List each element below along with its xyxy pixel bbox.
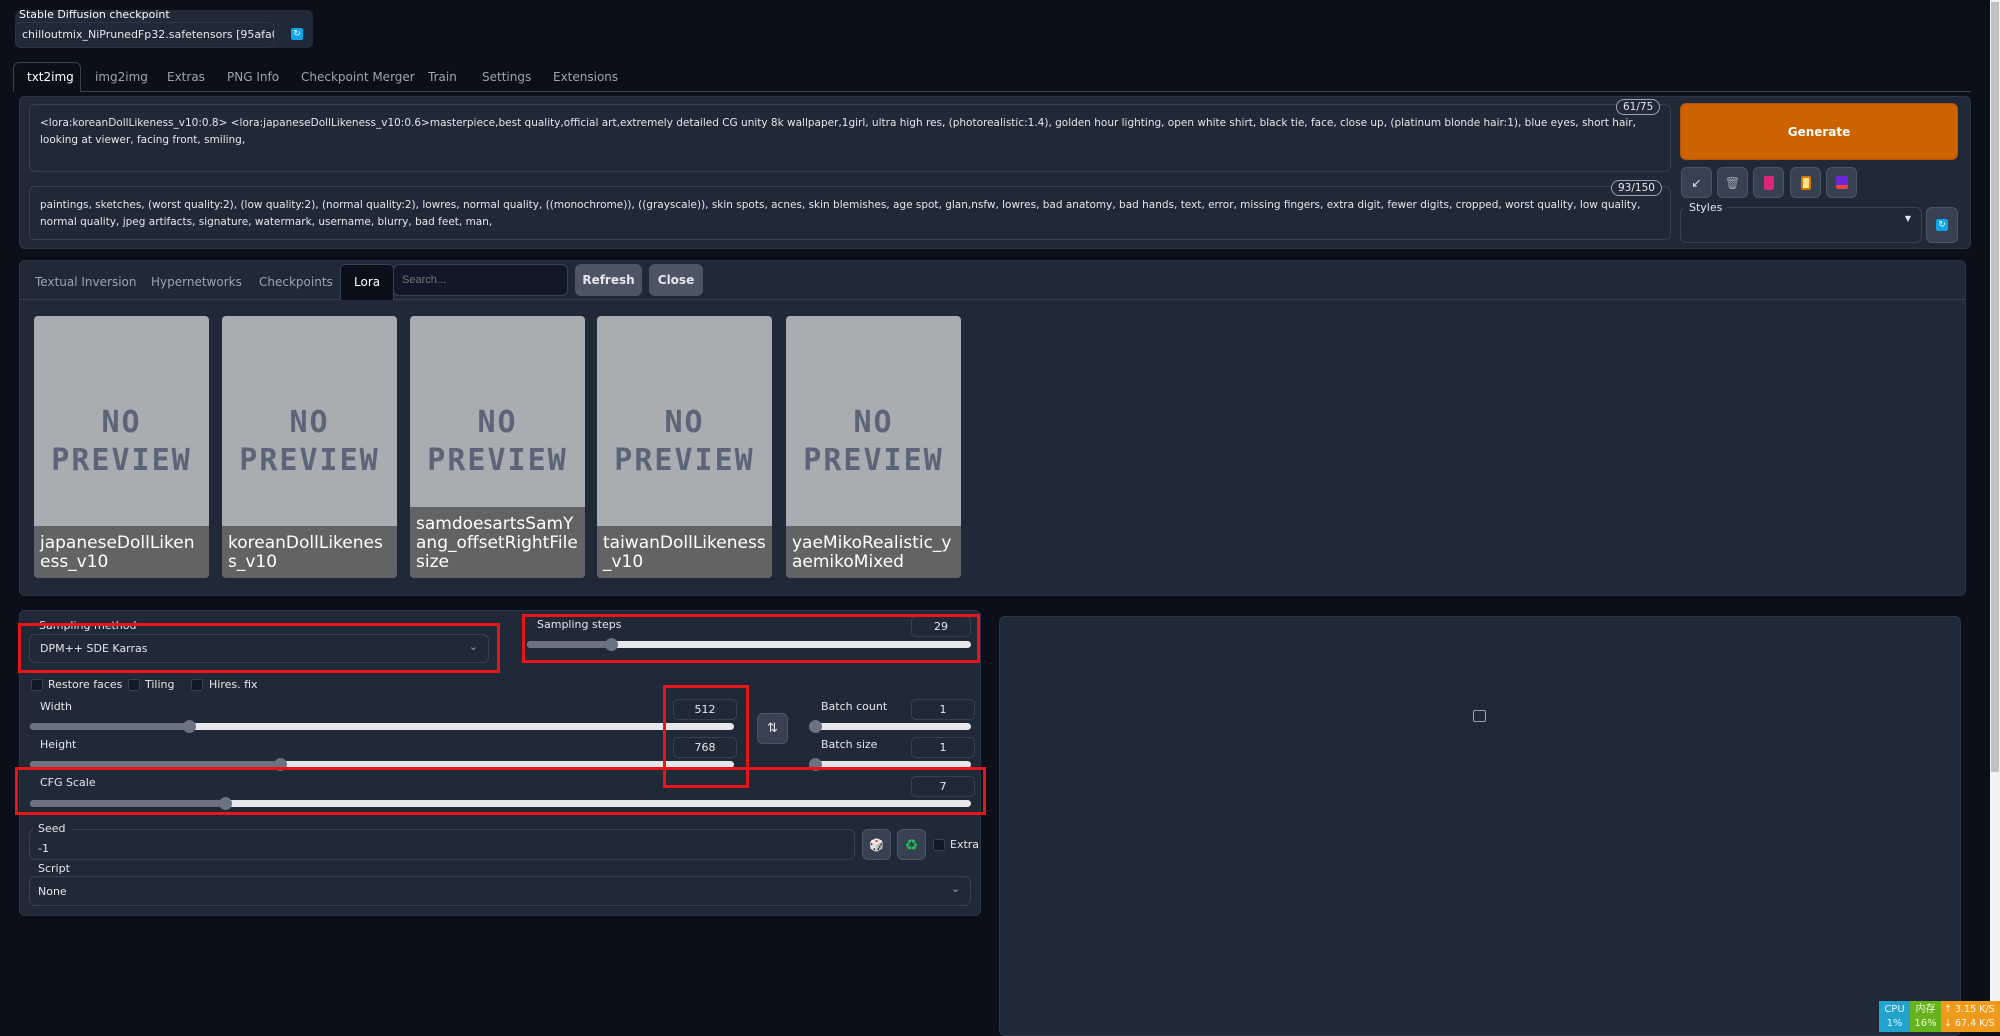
memory-label: 内存 xyxy=(1915,1004,1936,1015)
extra-seed-checkbox[interactable] xyxy=(933,839,945,851)
image-placeholder-icon xyxy=(1473,710,1486,722)
batch-size-input[interactable]: 1 xyxy=(911,737,975,758)
no-preview-image: NO PREVIEW xyxy=(803,405,944,478)
tab-png-info[interactable]: PNG Info xyxy=(214,64,292,91)
tab-txt2img[interactable]: txt2img xyxy=(14,64,87,91)
tiling-label: Tiling xyxy=(145,678,175,691)
dropdown-arrow-icon: ▼ xyxy=(1904,214,1911,223)
refresh-styles-button[interactable]: ↻ xyxy=(1926,207,1958,243)
script-select[interactable]: None ⌄ xyxy=(29,876,971,906)
lora-card[interactable]: NO PREVIEW samdoesartsSamYang_offsetRightF… xyxy=(410,316,585,578)
save-icon[interactable] xyxy=(1826,167,1857,198)
batch-count-label: Batch count xyxy=(816,699,893,714)
tiling-checkbox[interactable] xyxy=(128,679,140,691)
lora-card-name: japaneseDollLikeness_v10 xyxy=(34,526,209,578)
refresh-button[interactable]: Refresh xyxy=(575,264,642,296)
extra-tabs-divider xyxy=(20,299,1965,300)
pink-card-icon[interactable] xyxy=(1753,167,1784,198)
checkpoint-select[interactable]: chilloutmix_NiPrunedFp32.safetensors [95… xyxy=(15,22,275,48)
lora-card[interactable]: NO PREVIEW taiwanDollLikeness_v10 xyxy=(597,316,772,578)
extra-seed-label: Extra xyxy=(950,838,980,851)
no-preview-image: NO PREVIEW xyxy=(51,405,192,478)
lora-card-name: taiwanDollLikeness_v10 xyxy=(597,526,772,578)
tab-checkpoint-merger[interactable]: Checkpoint Merger xyxy=(288,64,428,91)
seed-label: Seed xyxy=(33,821,71,836)
hires-fix-label: Hires. fix xyxy=(209,678,258,691)
tab-extras[interactable]: Extras xyxy=(154,64,218,91)
width-slider[interactable] xyxy=(30,720,734,733)
cpu-status: CPU 1% xyxy=(1879,1001,1910,1032)
checkpoint-label: Stable Diffusion checkpoint xyxy=(19,8,170,21)
lora-card[interactable]: NO PREVIEW yaeMikoRealistic_yaemikoMixed xyxy=(786,316,961,578)
seed-input[interactable]: -1 xyxy=(29,829,855,860)
upload-arrow-icon: ↑ xyxy=(1944,1004,1955,1015)
tab-textual-inversion[interactable]: Textual Inversion xyxy=(22,266,149,298)
network-status: ↑ 3.15 K/S ↓ 67.4 K/S xyxy=(1941,1001,2000,1032)
close-button[interactable]: Close xyxy=(649,264,703,296)
tab-settings[interactable]: Settings xyxy=(469,64,544,91)
tab-checkpoints[interactable]: Checkpoints xyxy=(246,266,346,298)
tab-train[interactable]: Train xyxy=(415,64,470,91)
highlight-sampling-steps xyxy=(522,614,980,663)
seed-value: -1 xyxy=(38,842,49,855)
tab-img2img[interactable]: img2img xyxy=(82,64,161,91)
script-value: None xyxy=(38,885,67,898)
refresh-checkpoint-icon[interactable]: ↻ xyxy=(291,28,303,40)
slider-fill xyxy=(30,723,190,730)
trash-icon[interactable]: 🗑 xyxy=(1717,167,1748,198)
search-input[interactable] xyxy=(393,264,568,296)
scrollbar[interactable] xyxy=(1990,0,2000,1032)
highlight-cfg-scale xyxy=(15,767,986,815)
no-preview-image: NO PREVIEW xyxy=(427,405,568,478)
lora-card-name: koreanDollLikeness_v10 xyxy=(222,526,397,578)
lora-card[interactable]: NO PREVIEW japaneseDollLikeness_v10 xyxy=(34,316,209,578)
checkpoint-block: Stable Diffusion checkpoint chilloutmix_… xyxy=(15,8,313,48)
script-label: Script xyxy=(33,861,75,876)
batch-count-slider[interactable] xyxy=(809,720,971,733)
no-preview-image: NO PREVIEW xyxy=(614,405,755,478)
reuse-seed-recycle-icon[interactable]: ♻ xyxy=(897,829,926,860)
negative-prompt-input[interactable]: paintings, sketches, (worst quality:2), … xyxy=(29,186,1671,240)
tab-lora[interactable]: Lora xyxy=(340,264,395,300)
swap-dimensions-icon[interactable]: ⇅ xyxy=(757,713,788,744)
checkpoint-value: chilloutmix_NiPrunedFp32.safetensors [95… xyxy=(22,28,275,41)
hires-fix-checkbox[interactable] xyxy=(191,679,203,691)
download-speed: 67.4 K/S xyxy=(1954,1018,1995,1029)
memory-status: 内存 16% xyxy=(1910,1001,1941,1032)
slider-thumb[interactable] xyxy=(809,720,822,733)
lora-card-name: samdoesartsSamYang_offsetRightFilesize xyxy=(410,507,585,578)
width-label: Width xyxy=(35,699,77,714)
output-gallery-panel xyxy=(999,616,1961,1036)
lora-card[interactable]: NO PREVIEW koreanDollLikeness_v10 xyxy=(222,316,397,578)
restore-faces-label: Restore faces xyxy=(48,678,123,691)
prompt-token-count: 61/75 xyxy=(1616,99,1661,115)
lora-card-name: yaeMikoRealistic_yaemikoMixed xyxy=(786,526,961,578)
generate-button[interactable]: Generate xyxy=(1680,103,1958,160)
arrow-down-left-icon[interactable]: ↙ xyxy=(1681,167,1712,198)
slider-thumb[interactable] xyxy=(183,720,197,733)
download-arrow-icon: ↓ xyxy=(1944,1018,1955,1029)
cpu-label: CPU xyxy=(1884,1004,1905,1015)
memory-value: 16% xyxy=(1914,1018,1937,1029)
chevron-down-icon: ⌄ xyxy=(255,26,265,39)
styles-label: Styles xyxy=(1684,200,1728,215)
refresh-icon: ↻ xyxy=(1936,219,1948,231)
chevron-down-icon: ⌄ xyxy=(950,882,960,895)
clipboard-icon[interactable] xyxy=(1790,167,1821,198)
cpu-value: 1% xyxy=(1886,1018,1903,1029)
tab-divider xyxy=(81,91,1971,92)
tab-extensions[interactable]: Extensions xyxy=(540,64,631,91)
upload-speed: 3.15 K/S xyxy=(1954,1004,1995,1015)
batch-count-input[interactable]: 1 xyxy=(911,699,975,720)
prompt-input[interactable]: <lora:koreanDollLikeness_v10:0.8> <lora:… xyxy=(29,104,1671,172)
height-label: Height xyxy=(35,737,82,752)
tab-hypernetworks[interactable]: Hypernetworks xyxy=(138,266,255,298)
batch-size-label: Batch size xyxy=(816,737,883,752)
random-seed-dice-icon[interactable]: 🎲 xyxy=(862,829,891,860)
negative-token-count: 93/150 xyxy=(1611,180,1662,196)
no-preview-image: NO PREVIEW xyxy=(239,405,380,478)
highlight-sampling-method xyxy=(18,623,500,673)
restore-faces-checkbox[interactable] xyxy=(31,679,43,691)
